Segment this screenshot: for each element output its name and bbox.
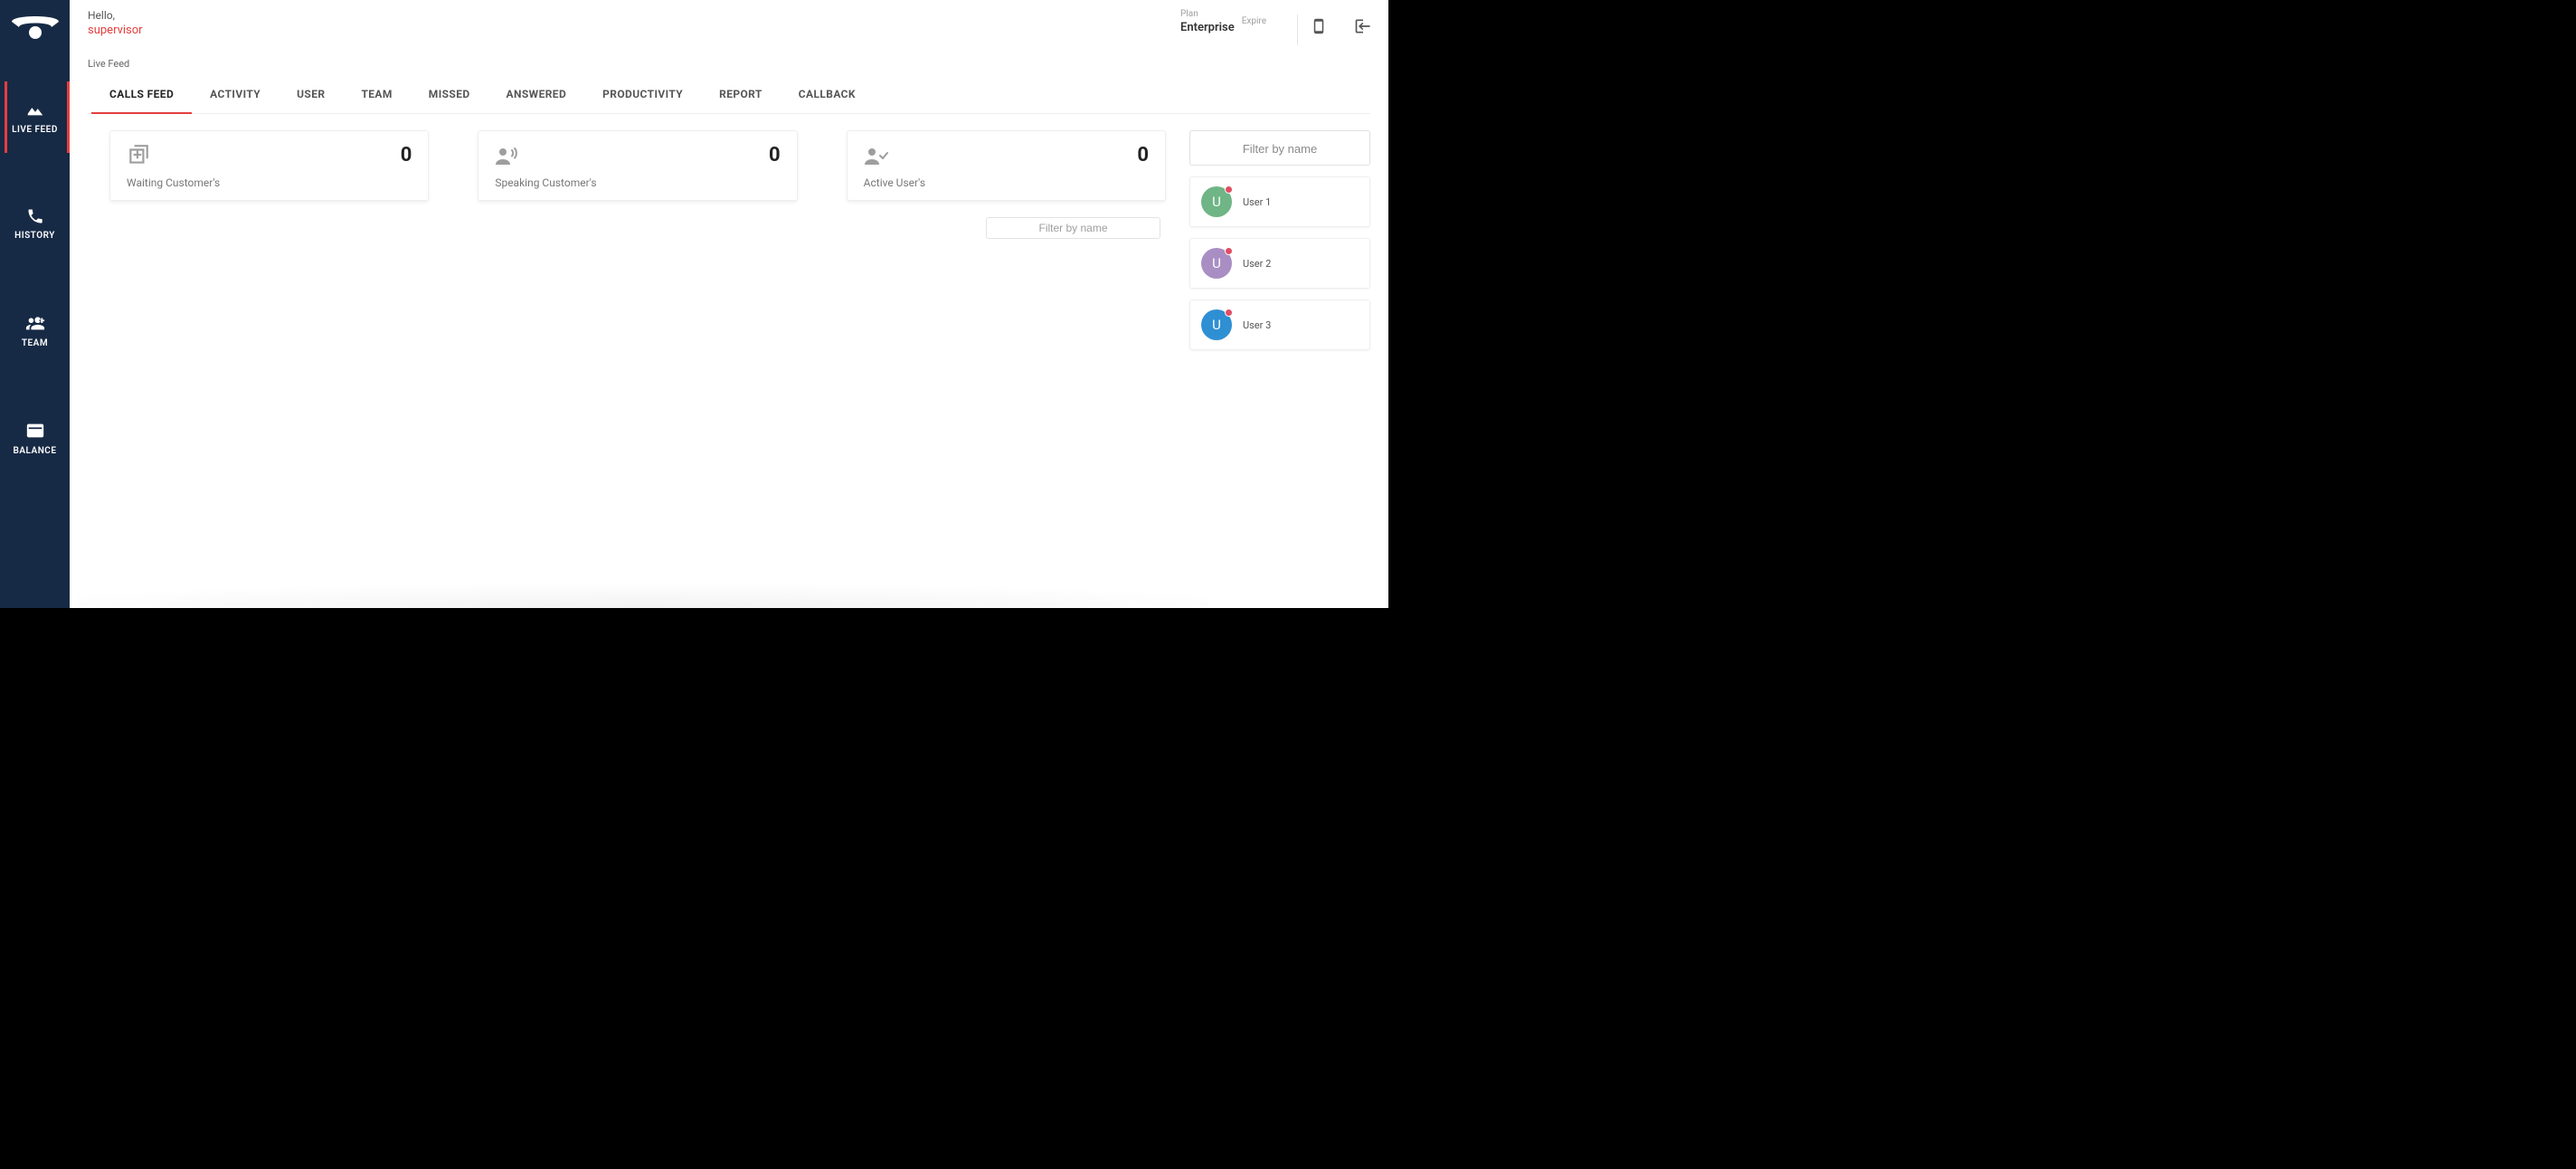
stat-label: Waiting Customer's	[127, 176, 412, 189]
stat-label: Speaking Customer's	[495, 176, 780, 189]
sidebar: LIVE FEED HISTORY TEAM BALANCE	[0, 0, 70, 608]
nav-item-balance[interactable]: BALANCE	[0, 421, 70, 456]
users-filter[interactable]	[1189, 130, 1370, 166]
user-name: User 3	[1243, 319, 1271, 331]
topbar: Hello, supervisor Plan Enterprise Expire	[70, 0, 1388, 45]
user-name: User 1	[1243, 196, 1271, 208]
stat-value: 0	[1137, 144, 1149, 166]
tab-callback[interactable]: CALLBACK	[781, 79, 874, 113]
tab-activity[interactable]: ACTIVITY	[192, 79, 279, 113]
status-dot-icon	[1225, 247, 1233, 255]
user-card[interactable]: U User 3	[1189, 299, 1370, 350]
filter-by-name-pill[interactable]	[986, 217, 1160, 239]
stat-value: 0	[769, 144, 781, 166]
divider	[1297, 14, 1298, 45]
plan-block: Plan Enterprise Expire	[1180, 9, 1266, 34]
expire-label: Expire	[1242, 16, 1266, 26]
timeline-icon	[25, 100, 45, 119]
app-logo	[10, 13, 61, 45]
app-shell: LIVE FEED HISTORY TEAM BALANCE	[0, 0, 1388, 608]
users-panel: U User 1 U User 2 U	[1189, 130, 1370, 608]
subheader: Live Feed CALLS FEED ACTIVITY USER TEAM …	[70, 45, 1388, 114]
hello-text: Hello,	[88, 9, 1180, 22]
nav-item-team[interactable]: TEAM	[0, 313, 70, 348]
phone-icon	[26, 207, 44, 225]
active-user-icon	[864, 144, 889, 167]
tab-productivity[interactable]: PRODUCTIVITY	[584, 79, 701, 113]
team-add-icon	[25, 313, 45, 333]
avatar: U	[1201, 248, 1232, 279]
inline-filter	[109, 217, 1166, 239]
credit-card-icon	[25, 421, 45, 441]
main: Hello, supervisor Plan Enterprise Expire	[70, 0, 1388, 608]
avatar-initial: U	[1212, 317, 1221, 333]
subheader-title: Live Feed	[88, 58, 1370, 70]
topbar-icons	[1311, 9, 1372, 38]
user-name: User 2	[1243, 258, 1271, 270]
avatar: U	[1201, 186, 1232, 217]
nav-item-live-feed[interactable]: LIVE FEED	[0, 100, 70, 135]
avatar-initial: U	[1212, 255, 1221, 271]
content-left: 0 Waiting Customer's 0 Speaking Customer…	[109, 130, 1166, 608]
nav-item-history[interactable]: HISTORY	[0, 207, 70, 241]
greeting: Hello, supervisor	[88, 9, 1180, 37]
stat-label: Active User's	[864, 176, 1149, 189]
nav-label: HISTORY	[14, 231, 55, 241]
tab-user[interactable]: USER	[279, 79, 343, 113]
nav-label: BALANCE	[14, 446, 57, 456]
stat-card-waiting: 0 Waiting Customer's	[109, 130, 429, 201]
tab-answered[interactable]: ANSWERED	[488, 79, 585, 113]
avatar: U	[1201, 309, 1232, 340]
mobile-icon[interactable]	[1311, 14, 1327, 38]
tab-team[interactable]: TEAM	[343, 79, 410, 113]
plan-label: Plan	[1180, 9, 1235, 19]
username: supervisor	[88, 24, 1180, 37]
user-card[interactable]: U User 2	[1189, 238, 1370, 289]
nav-label: TEAM	[22, 338, 48, 348]
status-dot-icon	[1225, 185, 1233, 194]
queue-add-icon	[127, 144, 150, 167]
tab-missed[interactable]: MISSED	[411, 79, 488, 113]
avatar-initial: U	[1212, 194, 1221, 210]
tabs: CALLS FEED ACTIVITY USER TEAM MISSED ANS…	[88, 70, 1370, 114]
stat-value: 0	[401, 144, 412, 166]
stat-row: 0 Waiting Customer's 0 Speaking Customer…	[109, 130, 1166, 201]
tab-report[interactable]: REPORT	[701, 79, 781, 113]
status-dot-icon	[1225, 309, 1233, 317]
stat-card-speaking: 0 Speaking Customer's	[478, 130, 797, 201]
filter-input-inline[interactable]	[1003, 222, 1143, 234]
speaking-person-icon	[495, 144, 520, 167]
users-filter-input[interactable]	[1201, 142, 1359, 156]
plan-value: Enterprise	[1180, 21, 1235, 34]
stat-card-active: 0 Active User's	[847, 130, 1166, 201]
tab-calls-feed[interactable]: CALLS FEED	[91, 79, 192, 113]
content: 0 Waiting Customer's 0 Speaking Customer…	[70, 114, 1388, 608]
user-card[interactable]: U User 1	[1189, 176, 1370, 227]
nav-label: LIVE FEED	[12, 125, 58, 135]
logout-icon[interactable]	[1354, 17, 1372, 35]
nav: LIVE FEED HISTORY TEAM BALANCE	[0, 100, 70, 456]
